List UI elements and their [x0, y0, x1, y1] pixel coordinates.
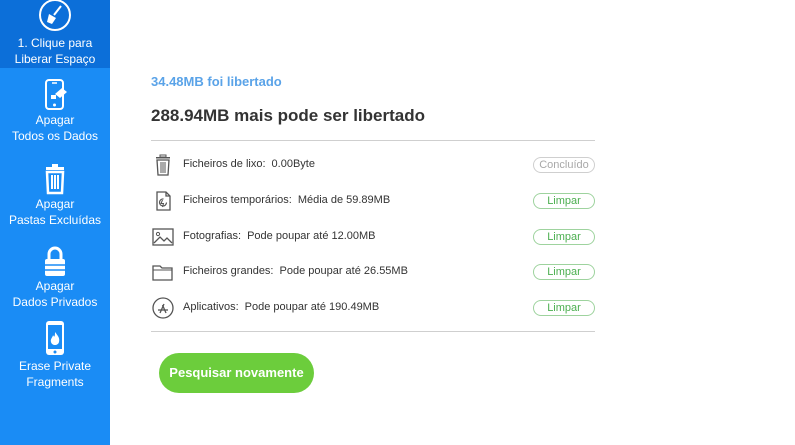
row-junk-files: Ficheiros de lixo: 0.00Byte Concluído: [151, 153, 595, 177]
clean-button[interactable]: Limpar: [533, 193, 595, 209]
row-value: Média de 59.89MB: [297, 194, 391, 206]
clean-button[interactable]: Limpar: [533, 229, 595, 245]
main-content: 34.48MB foi libertado 288.94MB mais pode…: [110, 0, 795, 445]
sidebar-item-erase-all-data[interactable]: Apagar Todos os Dados: [0, 76, 110, 154]
row-value: Pode poupar até 26.55MB: [279, 265, 408, 277]
phone-fire-icon: [46, 321, 64, 355]
row-title: Ficheiros grandes:: [183, 265, 274, 277]
row-large-files: Ficheiros grandes: Pode poupar até 26.55M…: [151, 260, 595, 284]
done-button[interactable]: Concluído: [533, 157, 595, 173]
sidebar-item-label: Erase Private: [18, 359, 92, 373]
row-photos: Fotografias: Pode poupar até 12.00MB Limp…: [151, 225, 595, 249]
clean-button[interactable]: Limpar: [533, 300, 595, 316]
sidebar-item-label: Fragments: [26, 375, 84, 389]
sidebar-item-label: Apagar: [35, 279, 75, 293]
row-value: Pode poupar até 12.00MB: [247, 230, 376, 242]
broom-icon: [39, 0, 71, 31]
sidebar-item-label: Todos os Dados: [11, 129, 99, 143]
row-label: Fotografias: Pode poupar até 12.00MB: [183, 230, 376, 242]
row-title: Ficheiros temporários:: [183, 194, 292, 206]
row-apps: Aplicativos: Pode poupar até 190.49MB Lim…: [151, 296, 595, 320]
space-freed-text: 34.48MB foi libertado: [151, 74, 282, 89]
sidebar: 1. Clique para Liberar Espaço Apagar Tod…: [0, 0, 110, 445]
row-label: Ficheiros de lixo: 0.00Byte: [183, 158, 315, 170]
row-value: 0.00Byte: [271, 158, 315, 170]
row-temp-files: Ficheiros temporários: Média de 59.89MB L…: [151, 189, 595, 213]
sidebar-item-label: Dados Privados: [12, 295, 98, 309]
rescan-button[interactable]: Pesquisar novamente: [159, 353, 314, 393]
sidebar-item-free-space[interactable]: 1. Clique para Liberar Espaço: [0, 0, 110, 68]
phone-erase-icon: [45, 79, 67, 110]
sidebar-item-erase-private-fragments[interactable]: Erase Private Fragments: [0, 320, 110, 396]
row-title: Fotografias:: [183, 230, 242, 242]
app-store-icon: [152, 297, 174, 319]
divider-bottom: [151, 331, 595, 332]
row-title: Ficheiros de lixo:: [183, 158, 266, 170]
space-available-heading: 288.94MB mais pode ser libertado: [151, 106, 425, 125]
row-label: Ficheiros temporários: Média de 59.89MB: [183, 194, 390, 206]
sidebar-item-label: Apagar: [35, 113, 75, 127]
divider-top: [151, 140, 595, 141]
folder-icon: [152, 265, 173, 281]
row-title: Aplicativos:: [183, 301, 239, 313]
row-value: Pode poupar até 190.49MB: [244, 301, 380, 313]
sidebar-item-label: Pastas Excluídas: [8, 213, 102, 227]
sidebar-item-label: Liberar Espaço: [14, 52, 96, 66]
sidebar-item-label: 1. Clique para: [17, 36, 93, 50]
photo-icon: [152, 228, 174, 246]
row-label: Aplicativos: Pode poupar até 190.49MB: [183, 301, 379, 313]
sidebar-item-label: Apagar: [35, 197, 75, 211]
sidebar-item-erase-private-data[interactable]: Apagar Dados Privados: [0, 242, 110, 320]
row-label: Ficheiros grandes: Pode poupar até 26.55M…: [183, 265, 408, 277]
lock-icon: [45, 246, 65, 276]
temp-file-icon: [156, 191, 171, 211]
sidebar-item-erase-deleted-folders[interactable]: Apagar Pastas Excluídas: [0, 160, 110, 238]
clean-button[interactable]: Limpar: [533, 264, 595, 280]
trash-icon: [45, 164, 65, 195]
trash-icon: [156, 154, 170, 176]
